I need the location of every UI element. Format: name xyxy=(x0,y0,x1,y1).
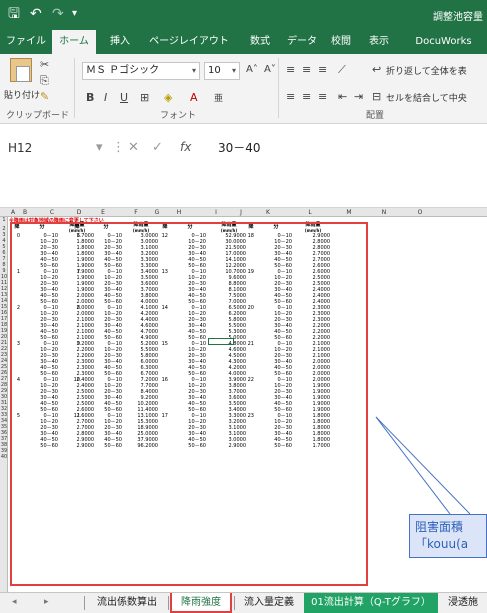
title-bar: 🖫 ↶ ↷ ▾ 調整池容量 xyxy=(0,0,487,30)
tab-review[interactable]: 校閲 xyxy=(324,30,358,54)
undo-icon[interactable]: ↶ xyxy=(30,5,42,23)
font-group-label: フォント xyxy=(160,111,197,121)
decrease-indent-icon[interactable]: ⇤ xyxy=(338,90,347,103)
formula-input[interactable]: 30－40 xyxy=(218,139,261,156)
paste-button[interactable]: 貼り付け xyxy=(4,88,40,101)
align-center-icon[interactable]: ≡ xyxy=(302,90,311,103)
column-header[interactable]: O xyxy=(400,208,440,217)
tab-formulas[interactable]: 数式 xyxy=(240,30,280,54)
cut-icon[interactable]: ✂ xyxy=(40,58,49,71)
italic-icon[interactable]: I xyxy=(104,91,107,104)
font-name-select[interactable]: ＭＳ Ｐゴシック ▾ xyxy=(82,62,200,80)
column-header[interactable]: K xyxy=(246,208,290,217)
border-icon[interactable]: ⊞ xyxy=(140,91,149,104)
align-middle-icon[interactable]: ≡ xyxy=(302,63,311,76)
insert-function-button[interactable]: fx xyxy=(180,140,191,154)
alignment-group-label: 配置 xyxy=(366,111,385,121)
format-painter-icon[interactable]: ✎ xyxy=(40,90,49,103)
sheet-tab-inflow-definition[interactable]: 流入量定義 xyxy=(236,593,302,613)
group-divider xyxy=(278,58,279,118)
wrap-text-icon[interactable]: ↩ xyxy=(372,63,381,76)
column-header[interactable]: A xyxy=(8,208,18,217)
fill-color-icon[interactable]: ◈ xyxy=(164,91,172,104)
row-header[interactable]: 40 xyxy=(0,454,8,460)
group-divider xyxy=(74,58,75,118)
orientation-icon[interactable]: ⟋ xyxy=(338,63,346,77)
column-header[interactable]: M xyxy=(330,208,368,217)
phonetic-icon[interactable]: 亜 xyxy=(214,91,223,104)
align-top-icon[interactable]: ≡ xyxy=(286,63,295,76)
tab-insert[interactable]: 挿入 xyxy=(102,30,138,54)
paste-icon[interactable] xyxy=(10,58,32,82)
merge-center-icon[interactable]: ⊟ xyxy=(372,90,381,103)
more-icon: ⋮ xyxy=(112,140,125,155)
tab-divider xyxy=(84,596,85,610)
sheet-tab-rainfall-intensity[interactable]: 降雨強度 xyxy=(170,593,232,613)
column-header[interactable]: B xyxy=(18,208,32,217)
sheet-tab-bar: ◂ ▸ 流出係数算出 降雨強度 流入量定義 01流出計算（Q-Tグラフ） 浸透施 xyxy=(0,592,487,613)
tab-divider xyxy=(234,596,235,610)
copy-icon[interactable]: ⎘ xyxy=(40,74,49,88)
font-color-icon[interactable]: A xyxy=(190,91,198,104)
tab-view[interactable]: 表示 xyxy=(362,30,396,54)
cancel-icon[interactable]: ✕ xyxy=(128,140,139,155)
callout-line-1: 阻害面積 xyxy=(415,520,464,534)
merge-center-button[interactable]: セルを結合して中央 xyxy=(386,91,467,104)
callout-line-2: 「kouu(a xyxy=(415,537,469,551)
prev-sheet-icon[interactable]: ◂ xyxy=(12,597,17,607)
name-box-dropdown-icon[interactable]: ▾ xyxy=(96,140,103,155)
ribbon-tabs: ファイル ホーム 挿入 ページレイアウト 数式 データ 校閲 表示 DocuWo… xyxy=(0,30,487,54)
tab-file[interactable]: ファイル xyxy=(4,30,48,54)
underline-icon[interactable]: U xyxy=(120,91,128,104)
tab-page-layout[interactable]: ページレイアウト xyxy=(140,30,238,54)
sheet-tab-runoff-coefficient[interactable]: 流出係数算出 xyxy=(86,593,168,613)
window-title: 調整池容量 xyxy=(433,12,483,23)
chevron-down-icon: ▾ xyxy=(191,66,196,75)
row-header[interactable]: 1 xyxy=(0,217,8,223)
font-size-value: 10 xyxy=(208,65,221,76)
name-box[interactable]: H12 xyxy=(8,141,88,161)
sheet-tab-runoff-calc[interactable]: 01流出計算（Q-Tグラフ） xyxy=(304,593,438,613)
column-headers: ABCDEFGHIJKLMNO xyxy=(0,208,487,217)
font-name-value: ＭＳ Ｐゴシック xyxy=(86,65,160,76)
column-header[interactable]: G xyxy=(152,208,162,217)
redo-icon[interactable]: ↷ xyxy=(52,5,64,23)
tab-divider xyxy=(168,596,169,610)
align-right-icon[interactable]: ≡ xyxy=(318,90,327,103)
column-header[interactable]: C xyxy=(32,208,72,217)
shrink-font-icon[interactable]: A˅ xyxy=(264,64,276,75)
customize-icon[interactable]: ▾ xyxy=(72,5,77,23)
tab-data[interactable]: データ xyxy=(284,30,320,54)
next-sheet-icon[interactable]: ▸ xyxy=(44,597,49,607)
tab-home[interactable]: ホーム xyxy=(52,30,96,54)
enter-icon[interactable]: ✓ xyxy=(152,140,163,155)
wrap-text-button[interactable]: 折り返して全体を表 xyxy=(386,64,467,77)
column-header[interactable]: L xyxy=(290,208,330,217)
column-header[interactable]: H xyxy=(162,208,196,217)
column-header[interactable]: J xyxy=(236,208,246,217)
grow-font-icon[interactable]: A˄ xyxy=(246,64,258,75)
sheet-tab-infiltration[interactable]: 浸透施 xyxy=(444,593,487,613)
ribbon: 貼り付け ✂ ⎘ ✎ クリップボード ＭＳ Ｐゴシック ▾ 10 ▾ A˄ A˅ B… xyxy=(0,54,487,124)
bold-icon[interactable]: B xyxy=(86,91,94,104)
chevron-down-icon: ▾ xyxy=(231,66,236,75)
increase-indent-icon[interactable]: ⇥ xyxy=(354,90,363,103)
column-header[interactable]: F xyxy=(120,208,152,217)
row-headers: 1 2 3 4 5 6 7 8 9 10 11 12 13 14 15 16 17 18 19 20 21 22 23 24 2… xyxy=(0,217,8,592)
column-header[interactable]: I xyxy=(196,208,236,217)
selected-cell[interactable] xyxy=(208,338,234,345)
callout-box: 阻害面積 「kouu(a xyxy=(409,514,487,558)
align-bottom-icon[interactable]: ≡ xyxy=(318,63,327,76)
highlight-frame xyxy=(10,222,368,586)
formula-bar: H12 ▾ ⋮ ✕ ✓ fx 30－40 xyxy=(0,124,487,208)
column-header[interactable]: D xyxy=(72,208,86,217)
column-header[interactable]: N xyxy=(368,208,400,217)
column-header[interactable]: E xyxy=(86,208,120,217)
clipboard-group-label: クリップボード xyxy=(6,111,70,121)
save-icon[interactable]: 🖫 xyxy=(8,5,20,23)
tab-docuworks[interactable]: DocuWorks xyxy=(400,30,487,54)
font-size-select[interactable]: 10 ▾ xyxy=(204,62,240,80)
align-left-icon[interactable]: ≡ xyxy=(286,90,295,103)
